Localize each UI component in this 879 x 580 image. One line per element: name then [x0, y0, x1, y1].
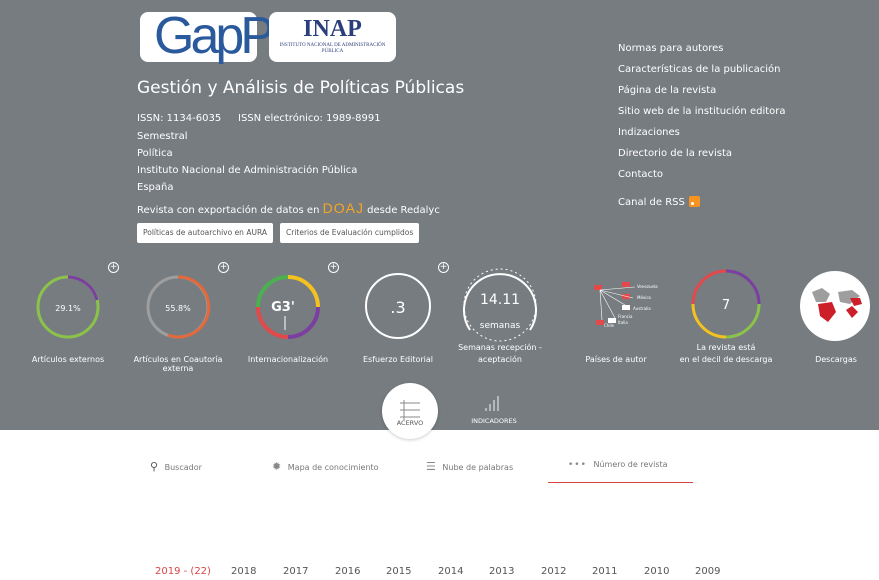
year-link[interactable]: 2019 - (22): [155, 566, 211, 577]
downloads-label: Descargas: [815, 355, 857, 364]
word-cloud-icon: ☰: [426, 460, 436, 473]
year-link[interactable]: 2017: [283, 566, 308, 577]
search-icon: ⚲: [150, 460, 159, 473]
editorial-effort-label: Esfuerzo Editorial: [363, 355, 433, 364]
nav-numero-revista[interactable]: ••• Número de revista: [568, 460, 668, 470]
country-label: Venezuela: [637, 284, 658, 289]
knowledge-map-icon: ✹: [272, 460, 282, 473]
external-articles-ring[interactable]: 29.1%: [36, 275, 100, 339]
weeks-gauge[interactable]: 14.11 semanas: [463, 268, 537, 342]
download-decile-label-line1: La revista está: [696, 343, 756, 352]
year-link[interactable]: 2015: [386, 566, 411, 577]
download-decile-value: 7: [722, 298, 730, 313]
year-link[interactable]: 2013: [489, 566, 514, 577]
weeks-value: 14.11: [480, 292, 520, 308]
nav-buscador[interactable]: ⚲ Buscador: [150, 460, 202, 473]
download-decile-ring[interactable]: 7: [691, 269, 761, 339]
tab-acervo[interactable]: ACERVO: [382, 383, 438, 439]
nav-nube-label: Nube de palabras: [442, 463, 514, 472]
nav-mapa-label: Mapa de conocimiento: [287, 463, 379, 472]
indicators-icon: [485, 396, 499, 411]
author-countries-label: Países de autor: [585, 355, 647, 364]
downloads-world-map[interactable]: [800, 271, 870, 341]
coauthor-value: 55.8%: [165, 304, 191, 313]
country-label: Francia: [618, 314, 633, 319]
internationalization-value: G3': [271, 300, 295, 315]
internationalization-ring[interactable]: G3': [256, 275, 320, 339]
nav-buscador-label: Buscador: [164, 463, 202, 472]
dots-icon: •••: [568, 460, 587, 470]
editorial-effort-ring[interactable]: .3: [365, 273, 431, 339]
internationalization-label: Internacionalización: [247, 355, 329, 364]
year-link[interactable]: 2012: [541, 566, 566, 577]
year-link[interactable]: 2016: [335, 566, 360, 577]
year-link[interactable]: 2010: [644, 566, 669, 577]
weeks-label-line2: aceptación: [478, 355, 522, 364]
nav-nube-palabras[interactable]: ☰ Nube de palabras: [426, 460, 513, 473]
tab-indicadores-label: INDICADORES: [471, 417, 517, 425]
nav-mapa-conocimiento[interactable]: ✹ Mapa de conocimiento: [272, 460, 379, 473]
coauthor-label: Artículos en Coautoría externa: [133, 355, 223, 373]
external-articles-label: Artículos externos: [31, 355, 105, 364]
tab-indicadores[interactable]: INDICADORES: [466, 392, 522, 426]
weeks-label-line1: Semanas recepción -: [458, 343, 542, 352]
year-link[interactable]: 2014: [438, 566, 463, 577]
author-countries-diagram[interactable]: Venezuela México Australia Francia Chile…: [594, 282, 658, 328]
editorial-effort-value: .3: [390, 298, 405, 317]
active-tab-underline: [548, 482, 693, 483]
weeks-unit: semanas: [480, 321, 521, 331]
external-articles-value: 29.1%: [55, 304, 81, 313]
coauthor-ring[interactable]: 55.8%: [146, 275, 211, 339]
country-label: Italia: [618, 320, 628, 325]
country-label: México: [637, 295, 652, 300]
country-label: Australia: [633, 306, 651, 311]
download-decile-label-line2: en el decil de descarga: [679, 355, 773, 364]
nav-numero-label: Número de revista: [593, 460, 668, 469]
year-link[interactable]: 2009: [695, 566, 720, 577]
year-link[interactable]: 2011: [592, 566, 617, 577]
tab-acervo-label: ACERVO: [396, 419, 424, 427]
country-label: Chile: [604, 323, 615, 328]
year-link[interactable]: 2018: [231, 566, 256, 577]
acervo-icon: [400, 400, 420, 420]
